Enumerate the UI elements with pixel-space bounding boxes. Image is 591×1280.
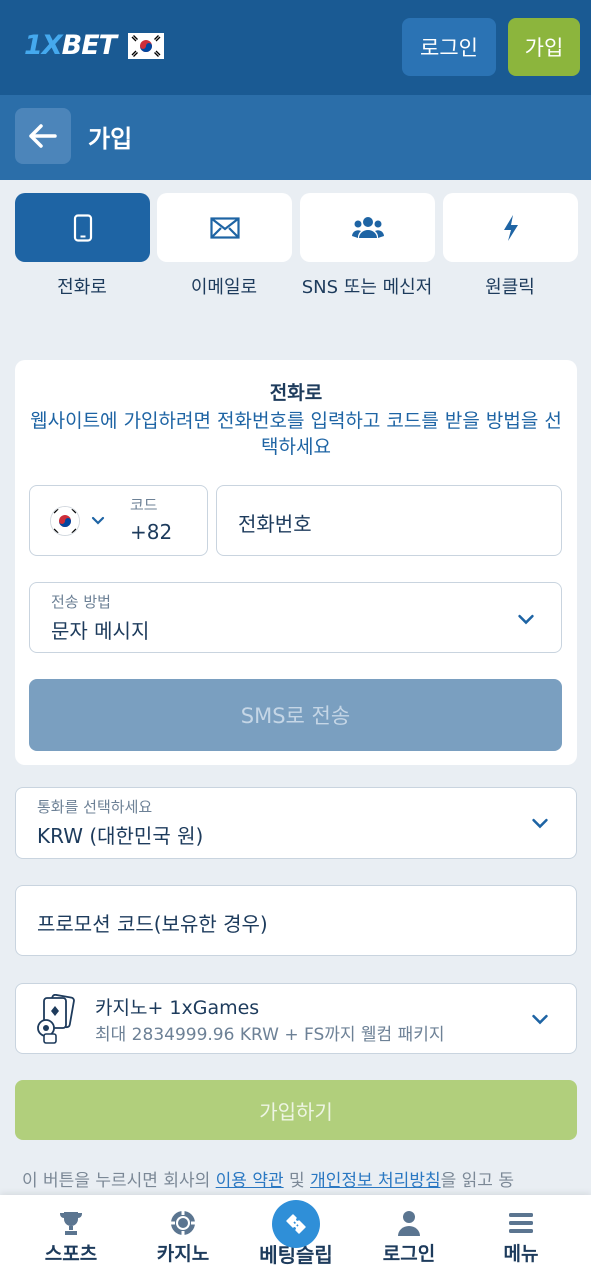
page-title: 가입 <box>88 125 133 153</box>
terms-suffix: 을 읽고 동 <box>440 1171 514 1191</box>
bonus-title: 카지노+ 1xGames <box>95 997 260 1019</box>
chevron-down-icon <box>532 1014 548 1025</box>
korea-flag-icon[interactable] <box>128 32 165 59</box>
casino-cards-icon <box>37 994 75 1044</box>
phone-number-input[interactable]: 전화번호 <box>216 485 562 556</box>
card-description: 웹사이트에 가입하려면 전화번호를 입력하고 코드를 받을 방법을 선택하세요 <box>30 410 562 458</box>
bonus-subtitle: 최대 2834999.96 KRW + FS까지 웰컴 패키지 <box>95 1025 445 1045</box>
code-label: 코드 <box>130 496 158 514</box>
chevron-down-icon <box>91 516 105 525</box>
terms-prefix: 이 버튼을 누르시면 회사의 <box>22 1171 216 1191</box>
nav-label-login: 로그인 <box>382 1243 436 1265</box>
currency-select[interactable]: 통화를 선택하세요 KRW (대한민국 원) <box>15 787 577 859</box>
nav-item-sports[interactable]: 스포츠 <box>12 1195 130 1280</box>
send-method-select[interactable]: 전송 방법 문자 메시지 <box>29 582 562 653</box>
page-header: 가입 <box>0 95 591 180</box>
terms-middle: 및 <box>283 1171 311 1191</box>
send-method-value: 문자 메시지 <box>51 619 150 643</box>
signup-button[interactable]: 가입하기 <box>15 1080 577 1140</box>
bonus-select[interactable]: 카지노+ 1xGames 최대 2834999.96 KRW + FS까지 웰컴… <box>15 983 577 1054</box>
currency-label: 통화를 선택하세요 <box>37 798 153 816</box>
nav-item-casino[interactable]: 카지노 <box>124 1195 242 1280</box>
promo-placeholder: 프로모션 코드(보유한 경우) <box>37 912 268 936</box>
tab-email[interactable] <box>157 193 292 262</box>
tab-label-sns: SNS 또는 메신저 <box>301 277 433 298</box>
nav-item-login[interactable]: 로그인 <box>350 1195 468 1280</box>
trophy-icon <box>57 1209 85 1237</box>
top-bar: 1XBET 로그인 가입 <box>0 0 591 95</box>
send-sms-button[interactable]: SMS로 전송 <box>29 679 562 751</box>
betslip-button[interactable] <box>272 1200 320 1248</box>
privacy-policy-link[interactable]: 개인정보 처리방침 <box>310 1171 441 1191</box>
envelope-icon <box>209 216 240 239</box>
country-code-select[interactable]: 코드 +82 <box>29 485 208 556</box>
phone-placeholder: 전화번호 <box>238 512 312 536</box>
chip-icon <box>169 1209 197 1237</box>
arrow-left-icon <box>29 124 57 148</box>
tab-sns[interactable] <box>300 193 435 262</box>
nav-label-menu: 메뉴 <box>503 1243 539 1265</box>
login-button[interactable]: 로그인 <box>402 18 496 76</box>
tab-oneclick[interactable] <box>443 193 578 262</box>
send-method-label: 전송 방법 <box>51 593 111 611</box>
lightning-icon <box>503 214 518 241</box>
phone-icon <box>73 213 92 242</box>
korea-flag-icon <box>50 506 80 536</box>
code-value: +82 <box>130 520 173 544</box>
terms-of-use-link[interactable]: 이용 약관 <box>216 1171 284 1191</box>
logo-prefix: 1X <box>24 30 63 61</box>
tab-label-email: 이메일로 <box>190 277 258 298</box>
nav-item-menu[interactable]: 메뉴 <box>462 1195 580 1280</box>
chevron-down-icon <box>532 818 548 829</box>
user-icon <box>395 1209 423 1237</box>
ticket-icon <box>286 1214 306 1234</box>
brand-logo[interactable]: 1XBET <box>24 30 165 61</box>
card-title: 전화로 <box>269 382 323 404</box>
logo-suffix: BET <box>61 30 117 61</box>
menu-icon <box>507 1209 535 1237</box>
currency-value: KRW (대한민국 원) <box>37 824 204 848</box>
back-button[interactable] <box>15 108 71 164</box>
users-icon <box>351 216 384 238</box>
nav-label-casino: 카지노 <box>156 1243 210 1265</box>
tab-label-oneclick: 원클릭 <box>485 277 535 298</box>
join-button[interactable]: 가입 <box>508 18 580 76</box>
nav-label-sports: 스포츠 <box>44 1243 98 1265</box>
tab-phone[interactable] <box>15 193 150 262</box>
promo-code-input[interactable]: 프로모션 코드(보유한 경우) <box>15 885 577 956</box>
chevron-down-icon <box>518 614 534 625</box>
tab-label-phone: 전화로 <box>57 277 107 298</box>
terms-notice: 이 버튼을 누르시면 회사의 이용 약관 및 개인정보 처리방침을 읽고 동 <box>22 1166 582 1191</box>
